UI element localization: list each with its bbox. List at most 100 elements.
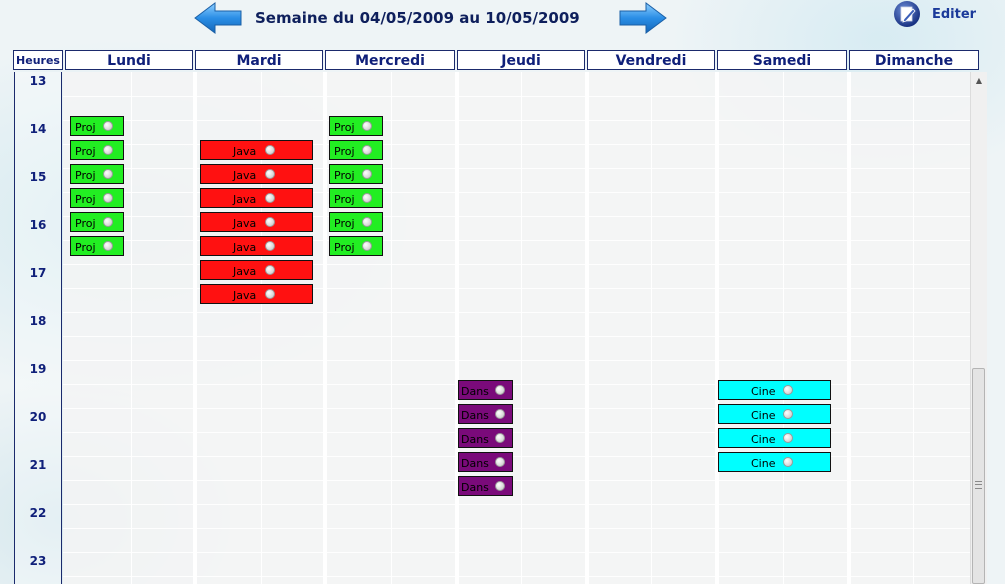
radio-button-icon[interactable] xyxy=(783,433,793,443)
event-label: Java xyxy=(233,193,257,206)
half-column-line xyxy=(391,72,392,584)
day-header-jeudi: Jeudi xyxy=(457,50,585,70)
radio-button-icon[interactable] xyxy=(103,193,113,203)
event-block-jeudi[interactable]: Dans xyxy=(458,428,513,448)
hour-label: 15 xyxy=(29,170,47,184)
event-block-jeudi[interactable]: Dans xyxy=(458,476,513,496)
hours-column: 13 14 15 16 17 18 19 20 21 22 23 xyxy=(14,72,62,584)
event-block-mardi[interactable]: Java xyxy=(200,188,313,208)
event-block-jeudi[interactable]: Dans xyxy=(458,404,513,424)
event-block-mardi[interactable]: Java xyxy=(200,236,313,256)
column-separator xyxy=(193,72,197,584)
half-column-line xyxy=(651,72,652,584)
column-separator xyxy=(455,72,459,584)
radio-button-icon[interactable] xyxy=(265,145,275,155)
event-block-samedi[interactable]: Cine xyxy=(718,380,831,400)
grid-row-line xyxy=(63,336,970,337)
event-block-lundi[interactable]: Proj xyxy=(70,236,124,256)
event-label: Proj xyxy=(75,217,96,230)
event-block-mardi[interactable]: Java xyxy=(200,212,313,232)
radio-button-icon[interactable] xyxy=(362,145,372,155)
hour-label: 18 xyxy=(29,314,47,328)
radio-button-icon[interactable] xyxy=(362,193,372,203)
day-header-mercredi: Mercredi xyxy=(325,50,455,70)
radio-button-icon[interactable] xyxy=(265,265,275,275)
next-week-arrow-icon[interactable] xyxy=(618,1,668,35)
radio-button-icon[interactable] xyxy=(495,385,505,395)
column-separator xyxy=(847,72,851,584)
day-header-vendredi: Vendredi xyxy=(587,50,715,70)
radio-button-icon[interactable] xyxy=(362,217,372,227)
radio-button-icon[interactable] xyxy=(265,169,275,179)
scroll-up-arrow-icon[interactable]: ▲ xyxy=(971,74,987,88)
event-block-lundi[interactable]: Proj xyxy=(70,140,124,160)
grid-row-line xyxy=(63,576,970,577)
radio-button-icon[interactable] xyxy=(362,169,372,179)
radio-button-icon[interactable] xyxy=(265,241,275,251)
event-block-jeudi[interactable]: Dans xyxy=(458,452,513,472)
radio-button-icon[interactable] xyxy=(495,457,505,467)
event-label: Java xyxy=(233,265,257,278)
radio-button-icon[interactable] xyxy=(783,457,793,467)
event-block-mardi[interactable]: Java xyxy=(200,164,313,184)
event-block-mercredi[interactable]: Proj xyxy=(329,188,383,208)
event-label: Java xyxy=(233,241,257,254)
radio-button-icon[interactable] xyxy=(783,385,793,395)
event-label: Proj xyxy=(75,193,96,206)
event-block-mercredi[interactable]: Proj xyxy=(329,236,383,256)
event-block-samedi[interactable]: Cine xyxy=(718,452,831,472)
radio-button-icon[interactable] xyxy=(103,121,113,131)
radio-button-icon[interactable] xyxy=(103,145,113,155)
event-label: Proj xyxy=(334,121,355,134)
hour-label: 23 xyxy=(29,554,47,568)
radio-button-icon[interactable] xyxy=(362,121,372,131)
event-block-mercredi[interactable]: Proj xyxy=(329,140,383,160)
radio-button-icon[interactable] xyxy=(783,409,793,419)
radio-button-icon[interactable] xyxy=(103,169,113,179)
event-block-mardi[interactable]: Java xyxy=(200,260,313,280)
event-label: Proj xyxy=(334,241,355,254)
hour-label: 13 xyxy=(29,74,47,88)
grid-row-line xyxy=(63,312,970,313)
event-block-mardi[interactable]: Java xyxy=(200,140,313,160)
event-label: Dans xyxy=(461,433,489,446)
event-block-samedi[interactable]: Cine xyxy=(718,428,831,448)
event-block-jeudi[interactable]: Dans xyxy=(458,380,513,400)
radio-button-icon[interactable] xyxy=(495,409,505,419)
radio-button-icon[interactable] xyxy=(103,241,113,251)
half-column-line xyxy=(131,72,132,584)
event-block-lundi[interactable]: Proj xyxy=(70,116,124,136)
edit-button[interactable]: Editer xyxy=(893,0,1003,28)
grid-row-line xyxy=(63,120,970,121)
grid-row-line xyxy=(63,528,970,529)
event-block-mercredi[interactable]: Proj xyxy=(329,116,383,136)
hour-label: 21 xyxy=(29,458,47,472)
hour-label: 14 xyxy=(29,122,47,136)
radio-button-icon[interactable] xyxy=(362,241,372,251)
event-block-samedi[interactable]: Cine xyxy=(718,404,831,424)
radio-button-icon[interactable] xyxy=(495,433,505,443)
radio-button-icon[interactable] xyxy=(103,217,113,227)
event-block-lundi[interactable]: Proj xyxy=(70,164,124,184)
event-block-lundi[interactable]: Proj xyxy=(70,188,124,208)
event-label: Proj xyxy=(75,145,96,158)
vertical-scrollbar[interactable]: ▲ xyxy=(970,72,987,584)
radio-button-icon[interactable] xyxy=(265,289,275,299)
hour-label: 22 xyxy=(29,506,47,520)
grid-row-line xyxy=(63,96,970,97)
radio-button-icon[interactable] xyxy=(265,217,275,227)
radio-button-icon[interactable] xyxy=(265,193,275,203)
radio-button-icon[interactable] xyxy=(495,481,505,491)
event-label: Cine xyxy=(751,433,776,446)
grip-icon xyxy=(975,481,982,489)
event-label: Dans xyxy=(461,409,489,422)
scrollbar-thumb[interactable] xyxy=(972,368,985,584)
event-label: Dans xyxy=(461,457,489,470)
event-block-mercredi[interactable]: Proj xyxy=(329,164,383,184)
event-block-mardi[interactable]: Java xyxy=(200,284,313,304)
previous-week-arrow-icon[interactable] xyxy=(193,1,243,35)
hour-label: 19 xyxy=(29,362,47,376)
event-block-lundi[interactable]: Proj xyxy=(70,212,124,232)
event-block-mercredi[interactable]: Proj xyxy=(329,212,383,232)
event-label: Cine xyxy=(751,457,776,470)
